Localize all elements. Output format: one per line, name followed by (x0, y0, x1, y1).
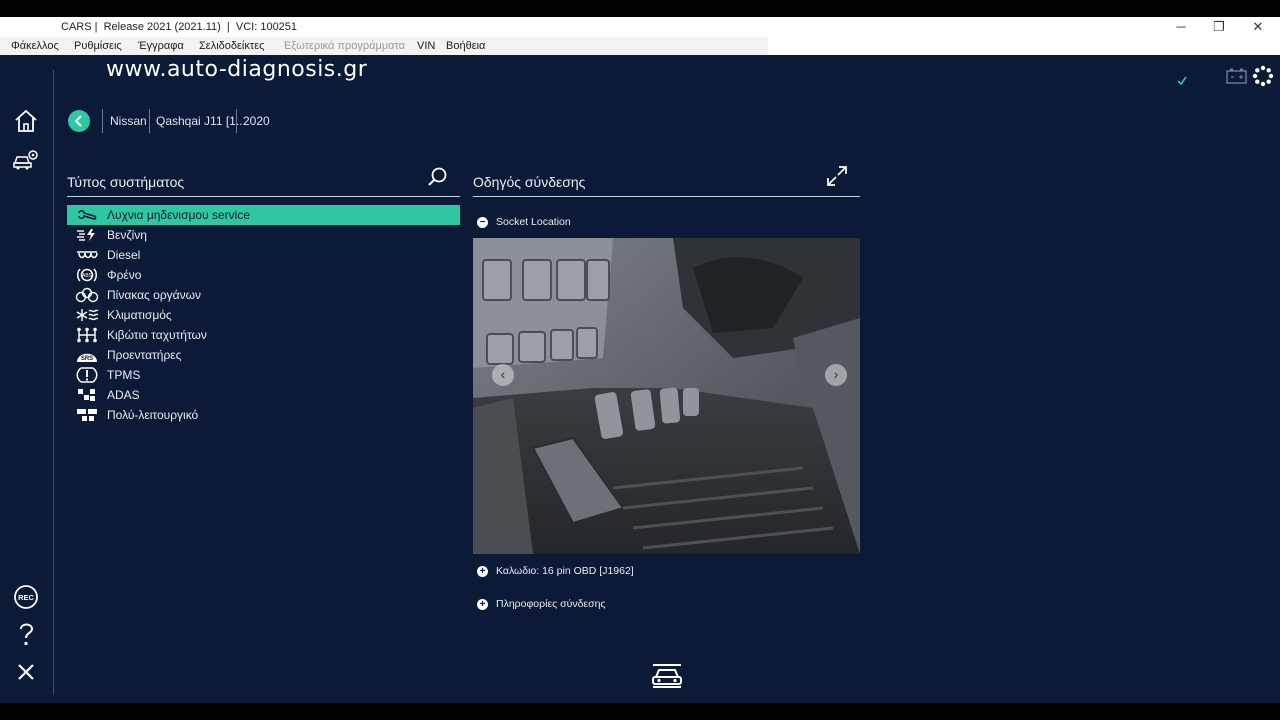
srs-airbag-icon: SRS (77, 353, 97, 362)
system-item-label: Κιβώτιο ταχυτήτων (107, 328, 207, 342)
menu-file[interactable]: Φάκελλος (11, 40, 59, 52)
socket-location-toggle[interactable]: − Socket Location (477, 216, 571, 228)
wrench-icon (78, 209, 97, 220)
watermark-text: www.auto-diagnosis.gr (106, 57, 368, 82)
system-item-label: Πίνακας οργάνων (107, 288, 201, 302)
cable-toggle[interactable]: + Καλωδιο: 16 pin OBD [J1962] (477, 565, 634, 577)
next-image-button[interactable]: › (825, 364, 847, 386)
breadcrumb-model[interactable]: Qashqai J11 [1... (156, 114, 246, 128)
check-icon (1177, 76, 1187, 86)
menu-help[interactable]: Βοήθεια (446, 40, 485, 52)
system-item-label: Πολύ-λειτουργικό (107, 408, 199, 422)
minimize-button[interactable]: ─ (1161, 17, 1201, 37)
svg-text:ABS: ABS (82, 273, 93, 279)
menu-bookmarks[interactable]: Σελιδοδείκτες (199, 40, 264, 52)
expand-plus-icon: + (477, 598, 488, 610)
search-icon[interactable] (427, 166, 449, 188)
previous-image-button[interactable]: ‹ (492, 364, 514, 386)
chevron-left-icon (74, 115, 82, 127)
system-item-brakes[interactable]: ABS Φρένο (67, 265, 460, 285)
close-window-button[interactable]: ✕ (1238, 17, 1278, 37)
glow-plug-icon (77, 251, 98, 259)
system-item-label: Λυχνια μηδενισμου service (107, 208, 250, 222)
menu-bar: Φάκελλος Ρυθμίσεις Έγγραφα Σελιδοδείκτες… (0, 37, 1280, 55)
exit-icon[interactable] (10, 656, 42, 688)
record-icon[interactable]: REC (10, 581, 42, 613)
back-button[interactable] (68, 110, 90, 132)
breadcrumb-separator (102, 109, 103, 133)
gearbox-icon (77, 327, 97, 343)
vehicle-icon[interactable] (649, 661, 685, 691)
window-title: CARS | Release 2021 (2021.11) | VCI: 100… (61, 21, 298, 33)
system-item-petrol[interactable]: Βενζίνη (67, 225, 460, 245)
breadcrumb-year[interactable]: 2020 (243, 114, 270, 128)
window-titlebar: CARS | Release 2021 (2021.11) | VCI: 100… (0, 17, 1280, 37)
system-item-label: Βενζίνη (107, 228, 147, 242)
home-icon[interactable] (10, 105, 42, 137)
maximize-button[interactable]: ❐ (1199, 17, 1239, 37)
menu-settings[interactable]: Ρυθμίσεις (74, 40, 122, 52)
air-conditioning-icon (76, 309, 99, 321)
expand-plus-icon: + (477, 565, 488, 577)
system-panel-title: Τύπος συστήματος (67, 174, 185, 190)
menu-documents[interactable]: Έγγραφα (138, 40, 184, 52)
system-item-multifunction[interactable]: Πολύ-λειτουργικό (67, 405, 460, 425)
breadcrumb-separator (236, 109, 237, 133)
instrument-panel-icon (75, 287, 99, 303)
system-item-label: Προεντατήρες (107, 348, 182, 362)
system-item-label: Φρένο (107, 268, 142, 282)
menu-external-programs[interactable]: Εξωτερικά προγράμματα (284, 40, 405, 52)
socket-location-photo: ‹ › (473, 238, 860, 554)
loading-spinner-icon (1252, 65, 1274, 87)
connection-panel-divider (473, 196, 860, 197)
system-item-adas[interactable]: ADAS (67, 385, 460, 405)
system-item-gearbox[interactable]: Κιβώτιο ταχυτήτων (67, 325, 460, 345)
system-item-label: Diesel (107, 248, 141, 262)
breadcrumb-make[interactable]: Nissan (110, 114, 147, 128)
abs-brake-icon: ABS (77, 268, 97, 282)
expand-icon[interactable] (826, 165, 848, 187)
connection-info-label: Πληροφορίες σύνδεσης (496, 598, 606, 610)
battery-icon[interactable] (1226, 68, 1248, 84)
system-item-label: ADAS (107, 388, 140, 402)
system-item-tpms[interactable]: TPMS (67, 365, 460, 385)
system-item-service-reset[interactable]: Λυχνια μηδενισμου service (67, 205, 460, 225)
tpms-icon (76, 367, 98, 383)
system-item-label: Κλιματισμός (107, 308, 172, 322)
vehicle-diagnostics-icon[interactable] (10, 143, 42, 175)
svg-text:REC: REC (18, 593, 34, 602)
petrol-injection-icon (77, 229, 95, 241)
screen-bottom-border (0, 703, 1280, 720)
system-panel-divider (67, 196, 460, 197)
svg-text:SRS: SRS (81, 356, 93, 362)
sidebar-divider (53, 70, 54, 695)
system-item-instrument-panel[interactable]: Πίνακας οργάνων (67, 285, 460, 305)
system-list: Λυχνια μηδενισμου service Βενζίνη Diesel… (67, 205, 460, 425)
cable-label: Καλωδιο: 16 pin OBD [J1962] (496, 565, 634, 577)
app-main: www.auto-diagnosis.gr REC Nissan Qashqai… (0, 55, 1280, 703)
system-item-diesel[interactable]: Diesel (67, 245, 460, 265)
menu-vin[interactable]: VIN (417, 40, 435, 52)
system-item-label: TPMS (107, 368, 141, 382)
adas-icon (78, 389, 95, 401)
connection-info-toggle[interactable]: + Πληροφορίες σύνδεσης (477, 598, 605, 610)
system-item-air-conditioning[interactable]: Κλιματισμός (67, 305, 460, 325)
breadcrumb-separator (149, 109, 150, 133)
multifunction-icon (77, 409, 97, 421)
screen: CARS | Release 2021 (2021.11) | VCI: 100… (0, 0, 1280, 720)
car-footwell-image (473, 238, 860, 554)
help-icon[interactable] (10, 618, 42, 650)
connection-panel-title: Οδηγός σύνδεσης (473, 174, 586, 190)
collapse-icon: − (477, 216, 488, 228)
system-item-pretensioners[interactable]: SRS Προεντατήρες (67, 345, 460, 365)
socket-location-label: Socket Location (496, 216, 571, 228)
